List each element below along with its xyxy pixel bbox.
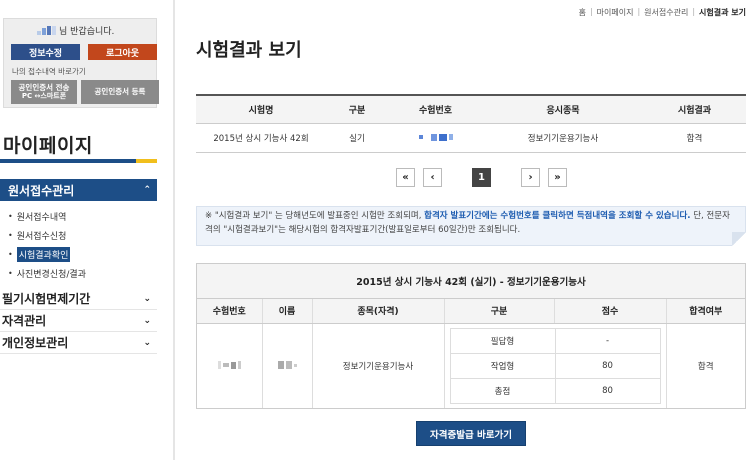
sidebar: 님 반갑습니다. 정보수정 로그아웃 나의 접수내역 바로가기 공인인증서 전송… — [0, 0, 160, 460]
cell-subject: 정보기기운용기능사 — [483, 123, 643, 153]
submenu-item-photo-change[interactable]: • 사진변경신청/결과 — [8, 264, 156, 283]
col-exam-number: 수험번호 — [197, 299, 263, 324]
masked-user-name — [37, 26, 56, 35]
submenu-label: 원서접수신청 — [16, 232, 67, 242]
col-qualification: 종목(자격) — [312, 299, 445, 324]
menu-personal-info[interactable]: 개인정보관리 ⌄ — [0, 332, 157, 354]
cell-number-link[interactable] — [388, 123, 483, 153]
col-exam: 시험명 — [196, 94, 326, 124]
masked-name — [277, 361, 297, 370]
detail-title: 2015년 상시 기능사 42회 (실기) - 정보기기운용기능사 — [197, 264, 745, 299]
page-title: 시험결과 보기 — [196, 40, 302, 61]
greeting-text: 님 반갑습니다. — [59, 27, 115, 37]
cell-exam-number — [197, 323, 263, 408]
last-page-button[interactable]: » — [548, 168, 567, 187]
score-breakdown: 필답형 - 작업형 80 총점 80 — [444, 323, 667, 408]
breadcrumb-current: 시험결과 보기 — [699, 8, 746, 17]
score-label: 총점 — [449, 377, 556, 404]
score-label: 필답형 — [449, 327, 556, 354]
breadcrumb-home[interactable]: 홈 — [579, 7, 586, 18]
page-1-button[interactable]: 1 — [472, 168, 491, 187]
submenu-list: • 원서접수내역 • 원서접수신청 • 시험결과확인 • 사진변경신청/결과 — [8, 207, 156, 283]
score-label: 작업형 — [449, 352, 556, 379]
first-page-button[interactable]: « — [396, 168, 415, 187]
results-table: 시험명 구분 수험번호 응시종목 시험결과 2015년 상시 기능사 42회 실… — [196, 94, 746, 153]
masked-exam-number — [217, 361, 241, 370]
chevron-down-icon: ⌄ — [143, 315, 151, 326]
greeting: 님 반갑습니다. — [37, 24, 114, 37]
notice-box: ※ "시험결과 보기" 는 당해년도에 발표중인 시험만 조회되며, 합격자 발… — [196, 206, 746, 246]
score-detail: 2015년 상시 기능사 42회 (실기) - 정보기기운용기능사 수험번호 이… — [196, 263, 746, 409]
cert-register-button[interactable]: 공인인증서 등록 — [81, 80, 159, 104]
menu-written-exemption[interactable]: 필기시험면제기간 ⌄ — [0, 288, 157, 310]
submenu-item-history[interactable]: • 원서접수내역 — [8, 207, 156, 226]
menu-qualification[interactable]: 자격관리 ⌄ — [0, 310, 157, 332]
score-value: 80 — [554, 352, 661, 379]
edit-info-button[interactable]: 정보수정 — [11, 44, 80, 60]
chevron-up-icon: ⌃ — [143, 185, 151, 195]
title-underline — [0, 159, 157, 163]
table-row: 2015년 상시 기능사 42회 실기 정보기기운용기능사 합격 — [196, 123, 746, 153]
cert-transfer-sub: PC ↔스마트폰 — [21, 92, 67, 101]
cert-transfer-button[interactable]: 공인인증서 전송 PC ↔스마트폰 — [11, 80, 77, 104]
col-result: 시험결과 — [643, 94, 746, 124]
menu-group-label: 필기시험면제기간 — [2, 292, 91, 306]
chevron-down-icon: ⌄ — [143, 337, 151, 348]
breadcrumb-mypage[interactable]: 마이페이지 — [597, 7, 634, 18]
cell-type: 실기 — [326, 123, 388, 153]
certificate-issue-button[interactable]: 자격증발급 바로가기 — [416, 421, 526, 446]
table-header-row: 시험명 구분 수험번호 응시종목 시험결과 — [196, 94, 746, 124]
next-page-button[interactable]: › — [521, 168, 540, 187]
submenu-label: 원서접수내역 — [16, 213, 67, 223]
cert-transfer-label: 공인인증서 전송 — [18, 82, 70, 92]
notice-highlight: 합격자 발표기간에는 수험번호를 클릭하면 득점내역을 조회할 수 있습니다. — [424, 211, 691, 221]
col-pass: 합격여부 — [666, 299, 745, 324]
cell-exam: 2015년 상시 기능사 42회 — [196, 123, 326, 153]
chevron-down-icon: ⌄ — [143, 293, 151, 304]
submenu-label: 시험결과확인 — [16, 247, 71, 262]
masked-exam-number — [418, 133, 453, 141]
menu-group-label: 개인정보관리 — [2, 336, 69, 350]
cell-name — [262, 323, 313, 408]
cell-result: 합격 — [643, 123, 746, 153]
prev-page-button[interactable]: ‹ — [423, 168, 442, 187]
cell-subject: 정보기기운용기능사 — [312, 323, 445, 408]
login-box: 님 반갑습니다. 정보수정 로그아웃 나의 접수내역 바로가기 공인인증서 전송… — [3, 18, 159, 108]
pagination: « ‹ 1 › » — [396, 168, 567, 187]
submenu-item-apply[interactable]: • 원서접수신청 — [8, 226, 156, 245]
notice-prefix: ※ "시험결과 보기" 는 당해년도에 발표중인 시험만 조회되며, — [205, 211, 425, 221]
breadcrumb: 홈 | 마이페이지 | 원서접수관리 | 시험결과 보기 — [578, 7, 746, 18]
corner-fold — [732, 232, 746, 246]
mypage-title: 마이페이지 — [3, 135, 93, 157]
divider — [173, 0, 175, 460]
score-value: - — [554, 327, 661, 354]
menu-application-management-label: 원서접수관리 — [8, 183, 75, 198]
col-number: 수험번호 — [388, 94, 483, 124]
menu-application-management[interactable]: 원서접수관리 ⌃ — [0, 179, 157, 201]
col-score: 점수 — [554, 299, 667, 324]
cell-pass: 합격 — [697, 361, 714, 372]
table-row: 정보기기운용기능사 필답형 - 작업형 80 총점 80 합격 — [197, 323, 745, 408]
score-table: 수험번호 이름 종목(자격) 구분 점수 합격여부 정보기기운용기능사 필답형 … — [197, 299, 745, 408]
logout-button[interactable]: 로그아웃 — [88, 44, 157, 60]
menu-group-label: 자격관리 — [2, 314, 47, 328]
score-row: 총점 80 — [449, 377, 661, 404]
col-subject: 응시종목 — [483, 94, 643, 124]
table-header-row: 수험번호 이름 종목(자격) 구분 점수 합격여부 — [197, 299, 745, 324]
score-value: 80 — [554, 377, 661, 404]
col-name: 이름 — [262, 299, 313, 324]
my-applications-link[interactable]: 나의 접수내역 바로가기 — [12, 66, 86, 77]
submenu-item-exam-result[interactable]: • 시험결과확인 — [8, 245, 156, 264]
submenu-label: 사진변경신청/결과 — [16, 270, 86, 280]
score-row: 작업형 80 — [449, 352, 661, 379]
score-row: 필답형 - — [449, 327, 661, 354]
score-inner-table: 필답형 - 작업형 80 총점 80 — [449, 327, 661, 404]
col-type: 구분 — [326, 94, 388, 124]
breadcrumb-application[interactable]: 원서접수관리 — [644, 7, 688, 18]
col-category: 구분 — [444, 299, 555, 324]
